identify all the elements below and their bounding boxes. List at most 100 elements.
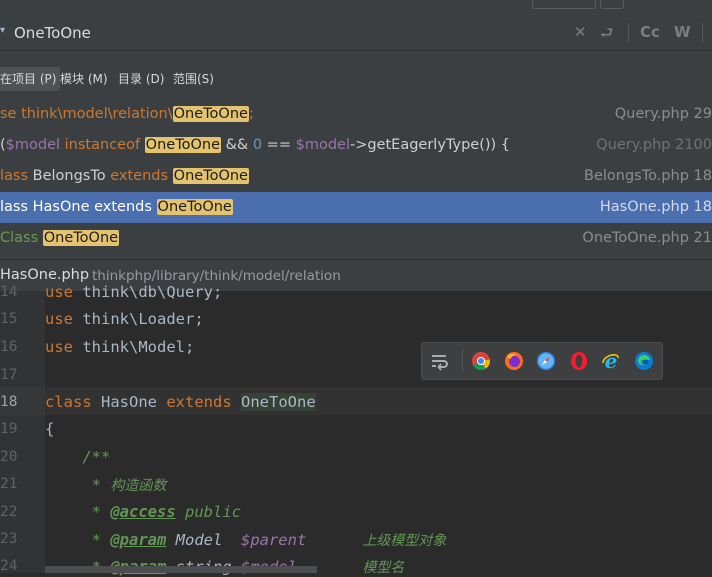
line-number: 22 bbox=[0, 504, 18, 520]
code-token: think\Loader; bbox=[73, 310, 204, 328]
result-code: lass HasOne extends OneToOne bbox=[0, 192, 233, 223]
replace-icon[interactable]: ⮐ bbox=[600, 23, 614, 48]
match-highlight: OneToOne bbox=[42, 230, 120, 246]
divider bbox=[462, 350, 463, 372]
doc-param-desc: 模型名 bbox=[362, 560, 405, 576]
ie-icon[interactable]: e bbox=[601, 351, 621, 371]
doc-comment: * bbox=[45, 503, 111, 521]
doc-comment: 构造函数 bbox=[110, 478, 167, 494]
result-code: Class OneToOne bbox=[0, 223, 120, 254]
code-line: use think\Loader; bbox=[45, 310, 204, 328]
code-line: class HasOne extends OneToOne bbox=[45, 393, 316, 411]
toolbar-control[interactable] bbox=[600, 0, 624, 9]
scope-project[interactable]: 在项目 (P) bbox=[0, 67, 61, 91]
class-name: HasOne bbox=[91, 393, 167, 411]
code-line: use think\db\Query; bbox=[45, 283, 222, 301]
wrap-icon[interactable] bbox=[430, 351, 450, 371]
code-line: * 构造函数 bbox=[45, 475, 167, 495]
doc-tag: @param bbox=[110, 531, 167, 549]
result-row[interactable]: se think\model\relation\OneToOne; Query.… bbox=[0, 99, 712, 130]
code-line: * @param Model $parent 上级模型对象 bbox=[45, 530, 447, 550]
code-token: lass HasOne extends bbox=[0, 199, 157, 215]
doc-comment: * bbox=[45, 476, 111, 494]
line-number: 14 bbox=[0, 284, 18, 300]
code-variable: $model bbox=[295, 137, 350, 153]
scope-module[interactable]: 模块 (M) bbox=[56, 67, 112, 91]
code-token: ->getEagerlyType()) { bbox=[349, 137, 511, 153]
code-keyword: extends bbox=[166, 393, 232, 411]
preview-file-path: thinkphp/library/think/model/relation bbox=[92, 268, 341, 284]
code-line: * @access public bbox=[45, 503, 241, 521]
code-token: == bbox=[262, 137, 296, 153]
code-line: use think\Model; bbox=[45, 338, 194, 356]
top-toolbar-strip bbox=[0, 0, 712, 18]
result-file: Query.php 29 bbox=[614, 106, 712, 122]
doc-param-var: $parent bbox=[240, 531, 307, 549]
code-keyword: extends bbox=[110, 168, 173, 184]
firefox-icon[interactable] bbox=[504, 351, 524, 371]
doc-param-desc: 上级模型对象 bbox=[362, 533, 447, 549]
result-row[interactable]: lass BelongsTo extends OneToOne BelongsT… bbox=[0, 161, 712, 192]
line-number: 16 bbox=[0, 339, 18, 355]
toolbar-control[interactable] bbox=[532, 0, 596, 9]
scope-directory[interactable]: 目录 (D) bbox=[114, 67, 168, 91]
result-suffix: ; bbox=[248, 106, 254, 122]
doc-comment: public bbox=[175, 503, 241, 521]
line-number: 23 bbox=[0, 531, 18, 547]
chrome-icon[interactable] bbox=[471, 351, 491, 371]
search-query[interactable]: OneToOne bbox=[14, 24, 91, 42]
result-code: se think\model\relation\OneToOne; bbox=[0, 99, 254, 130]
line-number: 20 bbox=[0, 449, 18, 465]
code-keyword: class bbox=[45, 393, 92, 411]
line-number: 15 bbox=[0, 311, 18, 327]
line-number-current: 18 bbox=[0, 394, 18, 410]
line-number: 19 bbox=[0, 421, 18, 437]
code-keyword: use bbox=[45, 338, 73, 356]
match-case-icon[interactable]: Cc bbox=[640, 23, 660, 41]
whole-words-icon[interactable]: W bbox=[674, 23, 691, 41]
code-keyword: use bbox=[45, 283, 73, 301]
result-row-selected[interactable]: lass HasOne extends OneToOne HasOne.php … bbox=[0, 192, 712, 223]
result-code: lass BelongsTo extends OneToOne bbox=[0, 161, 249, 192]
code-keyword: use bbox=[45, 310, 73, 328]
line-number: 21 bbox=[0, 476, 18, 492]
doc-tag: @access bbox=[110, 503, 176, 521]
result-file: Query.php 2100 bbox=[596, 137, 712, 153]
code-keyword: Class bbox=[0, 230, 43, 246]
match-highlight: OneToOne bbox=[172, 168, 249, 184]
doc-comment: /** bbox=[45, 448, 111, 466]
code-keyword: instanceof bbox=[60, 137, 145, 153]
code-token: think\Model; bbox=[73, 338, 195, 356]
result-file: OneToOne.php 21 bbox=[582, 230, 712, 246]
divider bbox=[628, 23, 629, 43]
code-line: { bbox=[45, 420, 54, 438]
code-variable: $model bbox=[5, 137, 61, 153]
safari-icon[interactable] bbox=[536, 351, 556, 371]
line-number: 24 bbox=[0, 558, 18, 574]
close-icon[interactable]: ✕ bbox=[574, 23, 587, 41]
scope-tabs: 在项目 (P) 模块 (M) 目录 (D) 范围(S) bbox=[0, 51, 712, 97]
result-prefix: se think\model\relation\ bbox=[0, 106, 173, 122]
result-code: ($model instanceof OneToOne && 0 == $mod… bbox=[0, 130, 510, 161]
history-chevron-icon[interactable]: ▾ bbox=[0, 25, 5, 36]
result-file: HasOne.php 18 bbox=[599, 199, 712, 215]
browser-popup: e bbox=[421, 342, 663, 380]
match-highlight: OneToOne bbox=[144, 137, 221, 153]
parent-class-name: OneToOne bbox=[241, 393, 316, 411]
doc-comment: * bbox=[45, 531, 111, 549]
code-keyword: lass bbox=[0, 168, 33, 184]
preview-file-name: HasOne.php bbox=[0, 267, 90, 283]
match-highlight: OneToOne bbox=[156, 199, 233, 215]
line-number: 17 bbox=[0, 367, 18, 383]
divider bbox=[702, 23, 703, 43]
edge-icon[interactable] bbox=[634, 351, 654, 371]
scope-custom[interactable]: 范围(S) bbox=[169, 67, 218, 91]
code-line: /** bbox=[45, 448, 110, 466]
horizontal-scrollbar[interactable] bbox=[45, 566, 317, 573]
result-row[interactable]: ($model instanceof OneToOne && 0 == $mod… bbox=[0, 130, 712, 161]
code-number: 0 bbox=[252, 137, 263, 153]
opera-icon[interactable] bbox=[569, 351, 589, 371]
result-row[interactable]: Class OneToOne OneToOne.php 21 bbox=[0, 223, 712, 254]
find-in-path-bar: ▾ OneToOne ✕ ⮐ Cc W bbox=[0, 17, 712, 51]
code-token: BelongsTo bbox=[32, 168, 111, 184]
